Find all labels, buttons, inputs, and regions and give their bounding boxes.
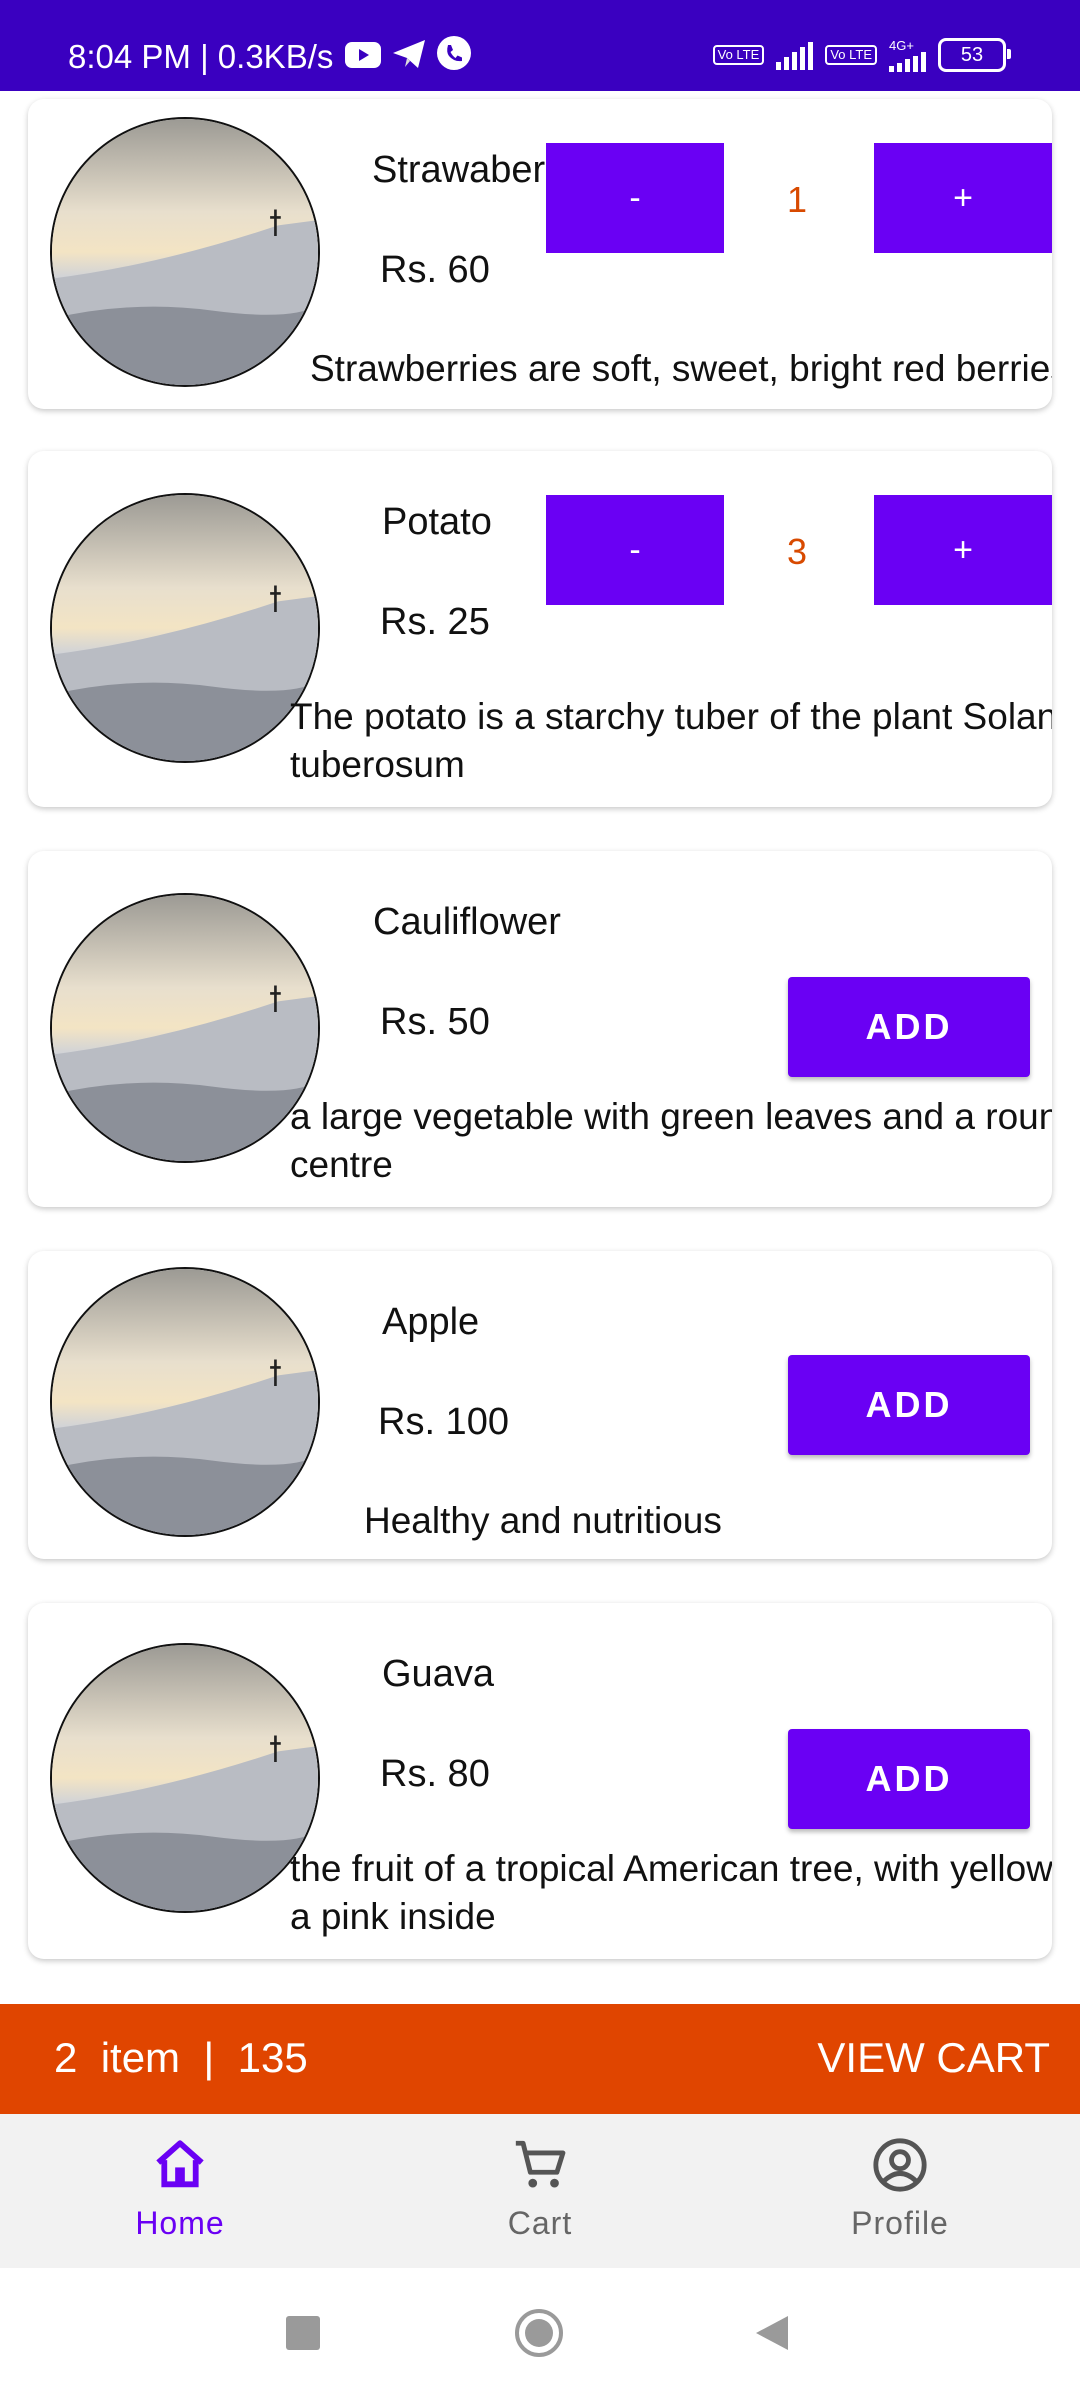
cart-summary: 2 item | 135 <box>54 2034 308 2081</box>
network-type: 4G+ <box>889 37 914 53</box>
nav-item-profile[interactable]: Profile <box>780 2136 1020 2242</box>
nav-item-home[interactable]: Home <box>60 2136 300 2242</box>
signal-icon-1 <box>776 40 814 70</box>
product-card: Apple Rs. 100 Healthy and nutritious ADD <box>28 1251 1052 1559</box>
increase-quantity-button[interactable]: + <box>874 495 1052 605</box>
product-name: Apple <box>382 1301 480 1343</box>
recents-button[interactable] <box>286 2316 320 2350</box>
product-description: the fruit of a tropical American tree, w… <box>290 1848 1052 1937</box>
increase-quantity-button[interactable]: + <box>874 143 1052 253</box>
product-description: Healthy and nutritious <box>364 1500 722 1541</box>
profile-icon <box>871 2136 929 2199</box>
battery-icon: 53 <box>938 38 1011 72</box>
product-description: Strawberries are soft, sweet, bright red… <box>310 348 1052 389</box>
volte-badge-1: Vo LTE <box>712 45 765 65</box>
nav-label-profile: Profile <box>851 2205 949 2241</box>
product-card: Cauliflower Rs. 50 a large vegetable wit… <box>28 851 1052 1207</box>
product-description: a large vegetable with green leaves and … <box>290 1096 1052 1185</box>
network-indicator: 4G+ <box>889 39 926 72</box>
cart-icon <box>511 2136 569 2199</box>
product-image <box>50 493 320 763</box>
home-icon <box>151 2136 209 2199</box>
bottom-navigation: Home Cart Profile <box>0 2114 1080 2269</box>
system-navigation-bar <box>0 2268 1080 2400</box>
status-bar: 8:04 PM | 0.3KB/s Vo LTE Vo LTE 4G+ 53 <box>0 0 1080 91</box>
view-cart-button[interactable]: VIEW CART <box>817 2034 1050 2082</box>
product-description: The potato is a starchy tuber of the pla… <box>290 696 1052 785</box>
decrease-quantity-button[interactable]: - <box>546 495 724 605</box>
signal-icon-2 <box>889 51 926 72</box>
decrease-quantity-button[interactable]: - <box>546 143 724 253</box>
product-price: Rs. 80 <box>380 1753 490 1795</box>
product-list[interactable]: Strawaberry Rs. 60 Strawberries are soft… <box>0 91 1080 2004</box>
product-card: Guava Rs. 80 the fruit of a tropical Ame… <box>28 1603 1052 1959</box>
add-button[interactable]: ADD <box>788 1729 1030 1829</box>
home-system-button[interactable] <box>514 2308 564 2358</box>
product-name: Guava <box>382 1653 494 1695</box>
product-image <box>50 893 320 1163</box>
product-name: Potato <box>382 501 492 543</box>
nav-item-cart[interactable]: Cart <box>420 2136 660 2242</box>
product-image <box>50 117 320 387</box>
product-price: Rs. 100 <box>378 1401 509 1443</box>
product-card: Strawaberry Rs. 60 Strawberries are soft… <box>28 99 1052 409</box>
add-button[interactable]: ADD <box>788 1355 1030 1455</box>
youtube-icon <box>345 38 382 76</box>
phone-call-icon <box>437 36 472 78</box>
nav-label-cart: Cart <box>507 2205 573 2241</box>
status-time: 8:04 PM | 0.3KB/s <box>68 38 334 75</box>
product-image <box>50 1643 320 1913</box>
product-card: Potato Rs. 25 The potato is a starchy tu… <box>28 451 1052 807</box>
product-price: Rs. 25 <box>380 601 490 643</box>
cart-summary-bar[interactable]: 2 item | 135 VIEW CART <box>0 2004 1080 2114</box>
nav-label-home: Home <box>135 2205 225 2241</box>
add-button[interactable]: ADD <box>788 977 1030 1077</box>
telegram-icon <box>393 38 426 76</box>
back-button[interactable] <box>754 2314 790 2352</box>
product-image <box>50 1267 320 1537</box>
quantity-value: 1 <box>786 179 808 220</box>
product-name: Cauliflower <box>373 901 561 943</box>
battery-level: 53 <box>960 43 984 66</box>
product-price: Rs. 50 <box>380 1001 490 1043</box>
quantity-value: 3 <box>786 531 808 572</box>
volte-badge-2: Vo LTE <box>825 45 877 65</box>
product-price: Rs. 60 <box>380 249 490 291</box>
